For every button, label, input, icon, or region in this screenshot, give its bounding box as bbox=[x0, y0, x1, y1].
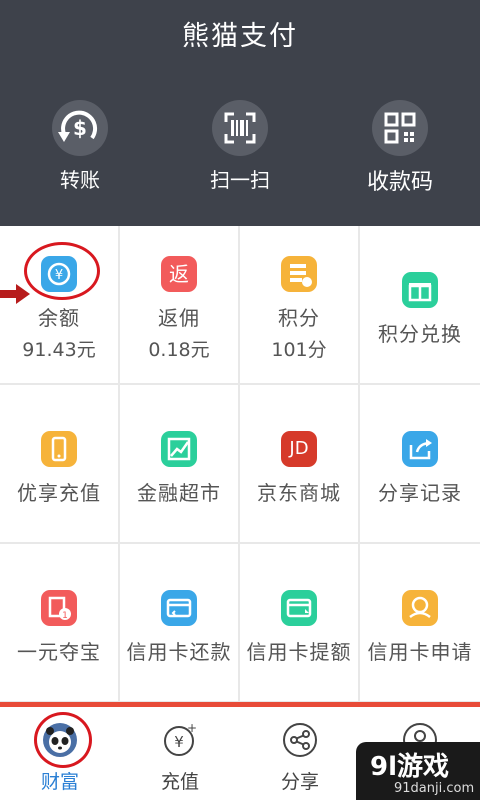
grid-item-label: 信用卡还款 bbox=[126, 640, 232, 664]
svg-text:1: 1 bbox=[62, 611, 68, 621]
watermark-url: 91danji.com bbox=[394, 781, 475, 796]
transfer-label: 转账 bbox=[60, 168, 100, 192]
rebate-glyph: 返 bbox=[169, 262, 189, 286]
highlight-circle-balance bbox=[24, 242, 100, 300]
svg-text:+: + bbox=[187, 721, 197, 735]
jd-icon: JD bbox=[281, 431, 317, 467]
grid-item-label: 返佣 bbox=[158, 306, 200, 330]
grid-item-points[interactable]: 积分 101分 bbox=[240, 226, 358, 383]
receive-code-label: 收款码 bbox=[366, 170, 433, 195]
grid-item-label: 积分 bbox=[278, 306, 320, 330]
grid-item-label: 一元夺宝 bbox=[17, 640, 101, 664]
tab-label: 财富 bbox=[40, 771, 79, 793]
treasure-icon: 1 bbox=[41, 590, 77, 626]
grid-item-label: 金融超市 bbox=[137, 481, 221, 505]
grid-item-credit-card-apply[interactable]: 信用卡申请 bbox=[360, 544, 480, 701]
jd-glyph: JD bbox=[289, 438, 309, 459]
grid-item-value: 101分 bbox=[271, 339, 327, 361]
scan-icon bbox=[212, 100, 268, 156]
grid-item-recharge[interactable]: 优享充值 bbox=[0, 385, 118, 542]
grid-item-credit-card-repay[interactable]: 信用卡还款 bbox=[120, 544, 238, 701]
grid-item-credit-card-limit[interactable]: 信用卡提额 bbox=[240, 544, 358, 701]
grid-item-share-record[interactable]: 分享记录 bbox=[360, 385, 480, 542]
grid-item-label: 分享记录 bbox=[378, 481, 462, 505]
highlight-circle-wealth-tab bbox=[34, 712, 92, 768]
tab-label: 分享 bbox=[280, 771, 319, 793]
share-record-icon bbox=[402, 431, 438, 467]
grid-item-points-exchange[interactable]: 积分兑换 bbox=[360, 226, 480, 383]
grid-item-label: 积分兑换 bbox=[378, 322, 462, 346]
arrow-icon bbox=[0, 284, 30, 308]
tab-label: 充值 bbox=[160, 771, 199, 793]
header-bar: 熊猫支付 $ 转账 扫一扫 收款码 bbox=[0, 0, 480, 226]
grid-item-value: 91.43元 bbox=[22, 339, 96, 361]
grid-item-label: 信用卡申请 bbox=[367, 640, 473, 664]
share-icon bbox=[281, 721, 319, 759]
yen-plus-icon: ¥ + bbox=[161, 721, 199, 759]
finance-chart-icon bbox=[161, 431, 197, 467]
rebate-icon: 返 bbox=[161, 256, 197, 292]
receive-code-button[interactable]: 收款码 bbox=[320, 100, 480, 210]
grid-item-finance-market[interactable]: 金融超市 bbox=[120, 385, 238, 542]
grid-item-value: 0.18元 bbox=[148, 339, 210, 361]
grid-item-jd-mall[interactable]: JD 京东商城 bbox=[240, 385, 358, 542]
transfer-button[interactable]: $ 转账 bbox=[0, 100, 160, 210]
grid-item-label: 信用卡提额 bbox=[246, 640, 352, 664]
phone-icon bbox=[41, 431, 77, 467]
page-title: 熊猫支付 bbox=[182, 21, 298, 52]
scan-label: 扫一扫 bbox=[210, 168, 270, 192]
tab-share[interactable]: 分享 bbox=[240, 713, 360, 799]
watermark-logo: 9l游戏 bbox=[370, 752, 450, 782]
card-apply-icon bbox=[402, 590, 438, 626]
grid-item-label: 京东商城 bbox=[257, 481, 341, 505]
dollar-transfer-icon: $ bbox=[52, 100, 108, 156]
grid-item-one-yuan-treasure[interactable]: 1 一元夺宝 bbox=[0, 544, 118, 701]
points-icon bbox=[281, 256, 317, 292]
site-watermark: 9l游戏 91danji.com bbox=[356, 742, 480, 800]
tab-recharge[interactable]: ¥ + 充值 bbox=[120, 713, 240, 799]
svg-text:$: $ bbox=[73, 116, 87, 140]
grid-item-label: 优享充值 bbox=[17, 481, 101, 505]
grid-item-rebate[interactable]: 返 返佣 0.18元 bbox=[120, 226, 238, 383]
card-limit-icon bbox=[281, 590, 317, 626]
card-repay-icon bbox=[161, 590, 197, 626]
qr-code-icon bbox=[372, 100, 428, 156]
svg-text:¥: ¥ bbox=[174, 733, 184, 751]
scan-button[interactable]: 扫一扫 bbox=[160, 100, 320, 210]
gift-icon bbox=[402, 272, 438, 308]
